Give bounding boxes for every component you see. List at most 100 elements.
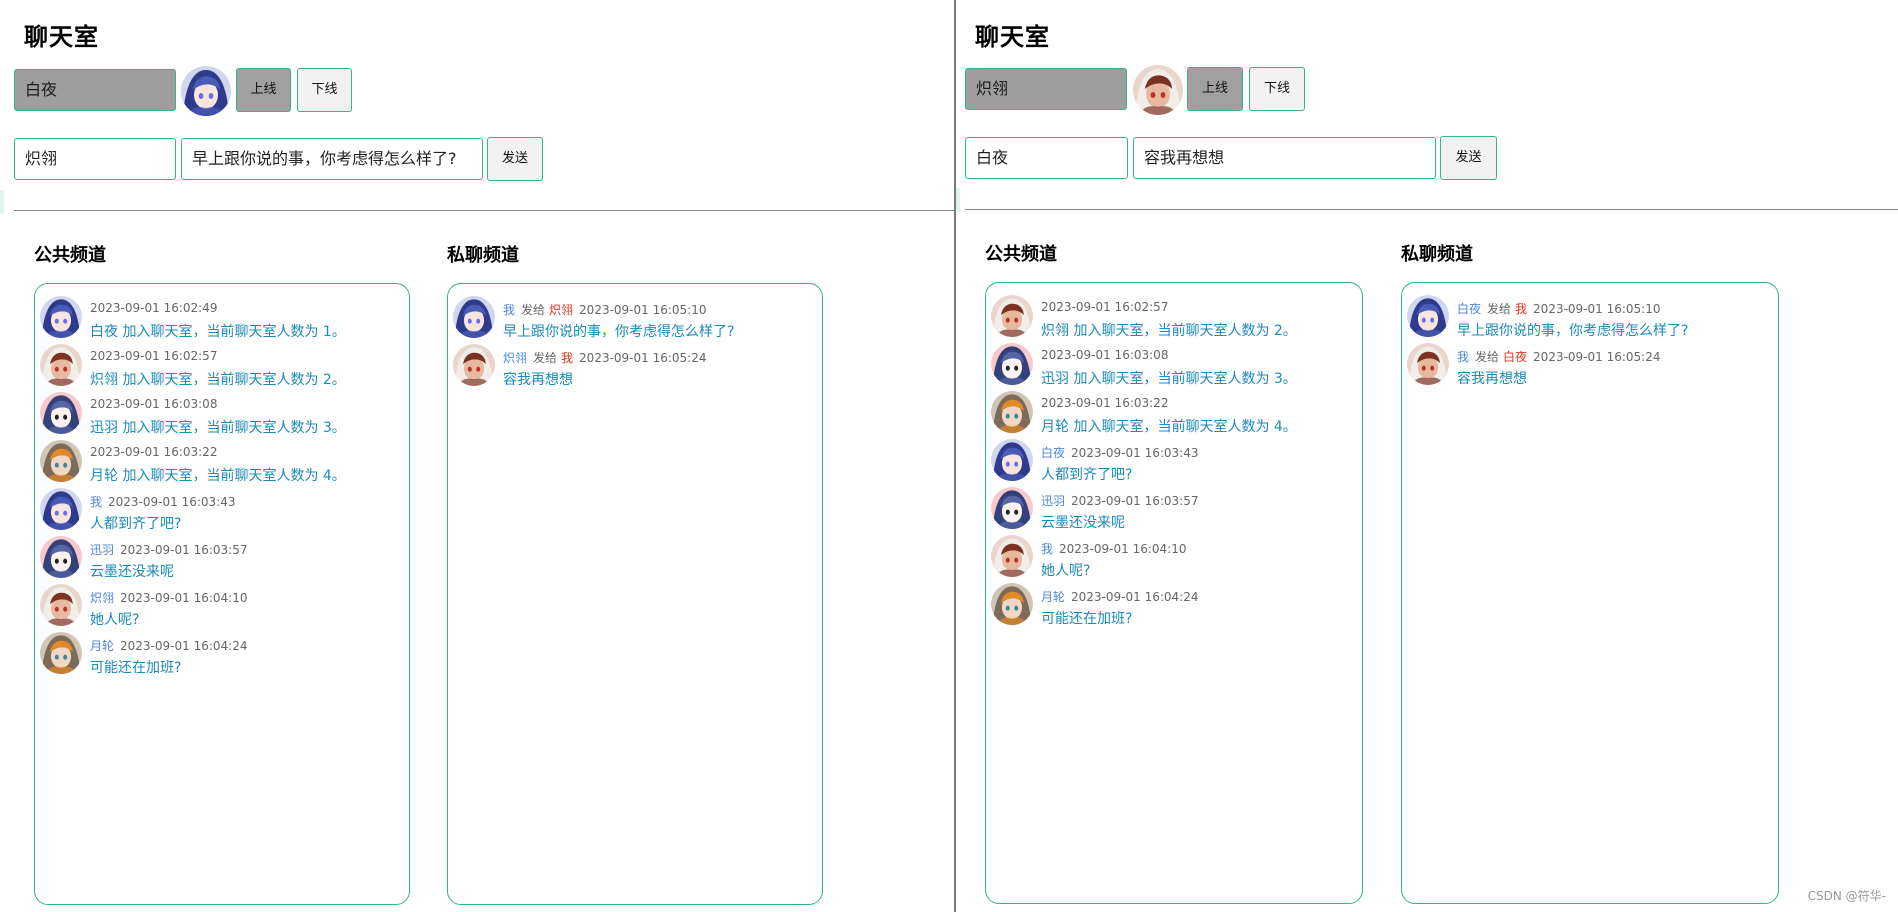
sender-avatar <box>40 392 82 434</box>
message-text: 云墨还没来呢 <box>90 564 174 580</box>
chat-client-left: 聊天室 白夜 上线 下线 炽翎 早上跟你说的事，你考虑得怎么样了? 发送 公共频… <box>0 0 954 912</box>
message-meta: 2023-09-01 16:02:57 <box>90 349 217 363</box>
message-item: 迅羽 2023-09-01 16:03:57 云墨还没来呢 <box>40 536 409 590</box>
offline-button[interactable]: 下线 <box>1249 67 1305 111</box>
avatar-image <box>991 439 1033 481</box>
avatar-image <box>40 536 82 578</box>
avatar-image <box>453 296 495 338</box>
sender-avatar <box>991 391 1033 433</box>
message-item: 我 2023-09-01 16:04:10 她人呢? <box>991 535 1362 589</box>
message-item: 2023-09-01 16:02:57 炽翎 加入聊天室，当前聊天室人数为 2。 <box>991 295 1362 349</box>
avatar-image <box>991 391 1033 433</box>
message-item: 白夜 发给我 2023-09-01 16:05:10 早上跟你说的事，你考虑得怎么样了… <box>1407 295 1778 349</box>
public-channel-title: 公共频道 <box>985 244 1057 265</box>
message-time: 2023-09-01 16:05:10 <box>1533 302 1661 316</box>
sender-avatar <box>40 440 82 482</box>
message-time: 2023-09-01 16:05:24 <box>579 351 707 365</box>
recipient-name: 炽翎 <box>549 303 574 317</box>
private-channel-list[interactable]: 我发给 炽翎 2023-09-01 16:05:10 早上跟你说的事，你考虑得怎么样了… <box>447 283 823 905</box>
message-meta: 2023-09-01 16:03:22 <box>90 445 217 459</box>
online-button[interactable]: 上线 <box>236 68 291 112</box>
message-item: 炽翎 2023-09-01 16:04:10 她人呢? <box>40 584 409 638</box>
avatar-image <box>991 583 1033 625</box>
send-to-label: 发给 <box>1487 302 1512 316</box>
sender-avatar <box>453 344 495 386</box>
offline-button[interactable]: 下线 <box>297 68 352 112</box>
message-text: 容我再想想 <box>503 372 573 388</box>
sender-avatar <box>40 344 82 386</box>
message-item: 白夜 2023-09-01 16:03:43 人都到齐了吧? <box>991 439 1362 493</box>
message-item: 2023-09-01 16:03:22 月轮 加入聊天室，当前聊天室人数为 4。 <box>40 440 409 494</box>
message-time: 2023-09-01 16:02:49 <box>90 301 218 315</box>
public-channel-title: 公共频道 <box>34 245 106 266</box>
message-text: 云墨还没来呢 <box>1041 515 1125 531</box>
message-meta: 白夜 2023-09-01 16:03:43 <box>1041 444 1198 461</box>
message-text: 人都到齐了吧? <box>90 516 182 532</box>
avatar-image <box>991 295 1033 337</box>
avatar-image <box>1407 343 1449 385</box>
recipient-input[interactable]: 炽翎 <box>14 138 176 180</box>
avatar-image <box>40 344 82 386</box>
message-time: 2023-09-01 16:03:57 <box>120 543 248 557</box>
private-channel-list[interactable]: 白夜 发给我 2023-09-01 16:05:10 早上跟你说的事，你考虑得怎么样了… <box>1401 282 1779 904</box>
send-button[interactable]: 发送 <box>1440 136 1497 180</box>
user-avatar <box>1133 65 1183 115</box>
recipient-name: 我 <box>1515 302 1528 316</box>
message-item: 迅羽 2023-09-01 16:03:57 云墨还没来呢 <box>991 487 1362 541</box>
message-time: 2023-09-01 16:02:57 <box>1041 300 1169 314</box>
private-channel-title: 私聊频道 <box>447 245 519 266</box>
message-meta: 白夜 发给我 2023-09-01 16:05:10 <box>1457 300 1661 317</box>
message-meta: 2023-09-01 16:03:22 <box>1041 396 1168 410</box>
message-meta: 2023-09-01 16:02:49 <box>90 301 217 315</box>
sender-name: 我 <box>1041 542 1054 556</box>
message-time: 2023-09-01 16:05:24 <box>1533 350 1661 364</box>
scroll-handle <box>956 188 960 212</box>
message-meta: 我发给 白夜 2023-09-01 16:05:24 <box>1457 348 1661 365</box>
sender-avatar <box>40 488 82 530</box>
avatar-image <box>40 488 82 530</box>
page-title: 聊天室 <box>24 23 99 51</box>
message-text: 早上跟你说的事，你考虑得怎么样了? <box>503 324 735 340</box>
message-time: 2023-09-01 16:02:57 <box>90 349 218 363</box>
public-channel-list[interactable]: 2023-09-01 16:02:57 炽翎 加入聊天室，当前聊天室人数为 2。 2… <box>985 282 1363 904</box>
message-meta: 2023-09-01 16:03:08 <box>90 397 217 411</box>
message-meta: 2023-09-01 16:02:57 <box>1041 300 1168 314</box>
username-input[interactable]: 炽翎 <box>965 68 1127 110</box>
send-button[interactable]: 发送 <box>487 137 543 181</box>
avatar-image <box>1407 295 1449 337</box>
sender-name: 炽翎 <box>503 351 528 365</box>
sender-name: 炽翎 <box>90 591 115 605</box>
message-item: 月轮 2023-09-01 16:04:24 可能还在加班? <box>991 583 1362 637</box>
avatar-image <box>40 584 82 626</box>
message-input[interactable]: 早上跟你说的事，你考虑得怎么样了? <box>181 138 483 180</box>
recipient-input[interactable]: 白夜 <box>965 137 1128 179</box>
message-item: 2023-09-01 16:02:57 炽翎 加入聊天室，当前聊天室人数为 2。 <box>40 344 409 398</box>
private-channel-title: 私聊频道 <box>1401 244 1473 265</box>
message-text: 炽翎 加入聊天室，当前聊天室人数为 2。 <box>1041 323 1297 339</box>
sender-name: 白夜 <box>1041 446 1066 460</box>
divider <box>14 210 954 211</box>
message-time: 2023-09-01 16:05:10 <box>579 303 707 317</box>
message-text: 她人呢? <box>1041 563 1091 579</box>
sender-name: 我 <box>503 303 516 317</box>
sender-name: 我 <box>1457 350 1470 364</box>
message-item: 2023-09-01 16:02:49 白夜 加入聊天室，当前聊天室人数为 1。 <box>40 296 409 350</box>
message-input[interactable]: 容我再想想 <box>1133 137 1436 179</box>
message-time: 2023-09-01 16:04:10 <box>1059 542 1187 556</box>
avatar-image <box>40 392 82 434</box>
avatar-image <box>991 487 1033 529</box>
public-channel-list[interactable]: 2023-09-01 16:02:49 白夜 加入聊天室，当前聊天室人数为 1。 2… <box>34 283 410 905</box>
online-button[interactable]: 上线 <box>1187 67 1243 111</box>
message-meta: 炽翎 发给我 2023-09-01 16:05:24 <box>503 349 707 366</box>
message-text: 早上跟你说的事，你考虑得怎么样了? <box>1457 323 1689 339</box>
sender-avatar <box>991 343 1033 385</box>
message-time: 2023-09-01 16:03:22 <box>90 445 218 459</box>
message-text: 人都到齐了吧? <box>1041 467 1133 483</box>
avatar-image <box>991 535 1033 577</box>
avatar-image <box>453 344 495 386</box>
message-meta: 月轮 2023-09-01 16:04:24 <box>90 637 247 654</box>
sender-avatar <box>40 296 82 338</box>
sender-avatar <box>991 487 1033 529</box>
sender-name: 白夜 <box>1457 302 1482 316</box>
username-input[interactable]: 白夜 <box>14 69 176 111</box>
